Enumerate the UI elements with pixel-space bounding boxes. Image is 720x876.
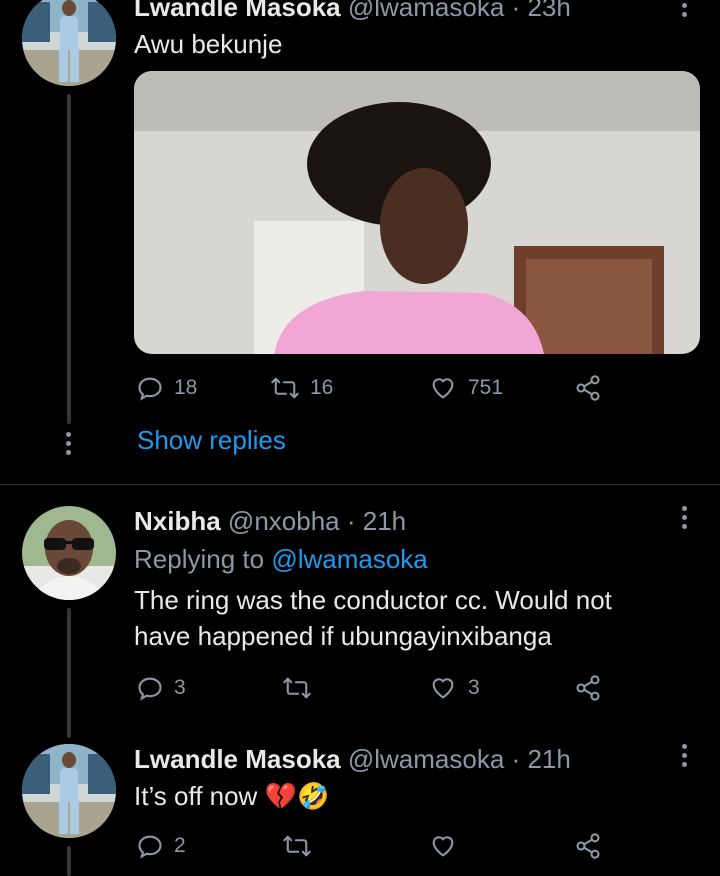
divider xyxy=(0,484,720,485)
like-icon xyxy=(432,678,454,699)
thread-line xyxy=(67,608,71,738)
like-button[interactable] xyxy=(428,832,468,860)
retweet-button[interactable] xyxy=(282,674,322,702)
reply-icon xyxy=(138,677,162,701)
timestamp[interactable]: 21h xyxy=(527,744,570,774)
avatar[interactable] xyxy=(22,506,116,600)
reply-button[interactable]: 2 xyxy=(136,832,186,860)
emoji: 💔🤣 xyxy=(264,781,330,811)
share-button[interactable] xyxy=(574,374,602,402)
thread-more-icon[interactable] xyxy=(66,432,72,459)
share-icon xyxy=(576,675,600,701)
like-count: 3 xyxy=(468,676,480,699)
timestamp[interactable]: 23h xyxy=(527,0,570,22)
display-name[interactable]: Nxibha xyxy=(134,506,221,536)
replying-prefix: Replying to xyxy=(134,544,265,574)
show-replies-link[interactable]: Show replies xyxy=(137,425,286,456)
thread-line xyxy=(67,94,71,424)
avatar[interactable] xyxy=(22,0,116,86)
share-icon xyxy=(576,833,600,859)
like-icon xyxy=(432,836,454,857)
tweet-header: Lwandle Masoka @lwamasoka · 21h xyxy=(134,744,571,775)
username[interactable]: @lwamasoka xyxy=(348,0,504,22)
retweet-icon xyxy=(283,835,311,857)
like-button[interactable]: 3 xyxy=(428,674,480,702)
share-button[interactable] xyxy=(574,832,602,860)
reply-count: 18 xyxy=(174,376,198,399)
reply-count: 2 xyxy=(174,834,186,857)
replying-to-link[interactable]: @lwamasoka xyxy=(271,544,427,574)
separator: · xyxy=(346,506,356,536)
retweet-button[interactable] xyxy=(282,832,322,860)
replying-to: Replying to @lwamasoka xyxy=(134,544,428,575)
avatar[interactable] xyxy=(22,744,116,838)
reply-icon xyxy=(138,377,162,401)
like-button[interactable]: 751 xyxy=(428,374,503,402)
tweet-text-content: It’s off now xyxy=(134,781,258,811)
username[interactable]: @nxobha xyxy=(228,506,340,536)
like-count: 751 xyxy=(468,376,504,399)
tweet-header: Lwandle Masoka @lwamasoka · 23h xyxy=(134,0,571,23)
tweet-text: It’s off now 💔🤣 xyxy=(134,778,329,814)
tweet-video[interactable] xyxy=(134,71,700,354)
reply-button[interactable]: 18 xyxy=(136,374,197,402)
like-icon xyxy=(432,378,454,399)
share-icon xyxy=(576,375,600,401)
retweet-icon xyxy=(271,377,299,399)
separator: · xyxy=(511,744,521,774)
display-name[interactable]: Lwandle Masoka xyxy=(134,0,341,22)
username[interactable]: @lwamasoka xyxy=(348,744,504,774)
tweet-header: Nxibha @nxobha · 21h xyxy=(134,506,406,537)
reply-button[interactable]: 3 xyxy=(136,674,186,702)
reply-count: 3 xyxy=(174,676,186,699)
thread-line xyxy=(67,846,71,876)
more-icon[interactable] xyxy=(682,744,688,771)
more-icon[interactable] xyxy=(682,506,688,533)
tweet-text-line-1: The ring was the conductor cc. Would not xyxy=(134,585,612,615)
retweet-button[interactable]: 16 xyxy=(270,374,333,402)
reply-icon xyxy=(138,835,162,859)
tweet-text: Awu bekunje xyxy=(134,29,283,59)
separator: · xyxy=(511,0,521,22)
more-icon[interactable] xyxy=(682,0,688,21)
retweet-count: 16 xyxy=(310,376,334,399)
display-name[interactable]: Lwandle Masoka xyxy=(134,744,341,774)
tweet-text-line-2: have happened if ubungayinxibanga xyxy=(134,621,552,651)
share-button[interactable] xyxy=(574,674,602,702)
retweet-icon xyxy=(283,677,311,699)
timestamp[interactable]: 21h xyxy=(363,506,406,536)
